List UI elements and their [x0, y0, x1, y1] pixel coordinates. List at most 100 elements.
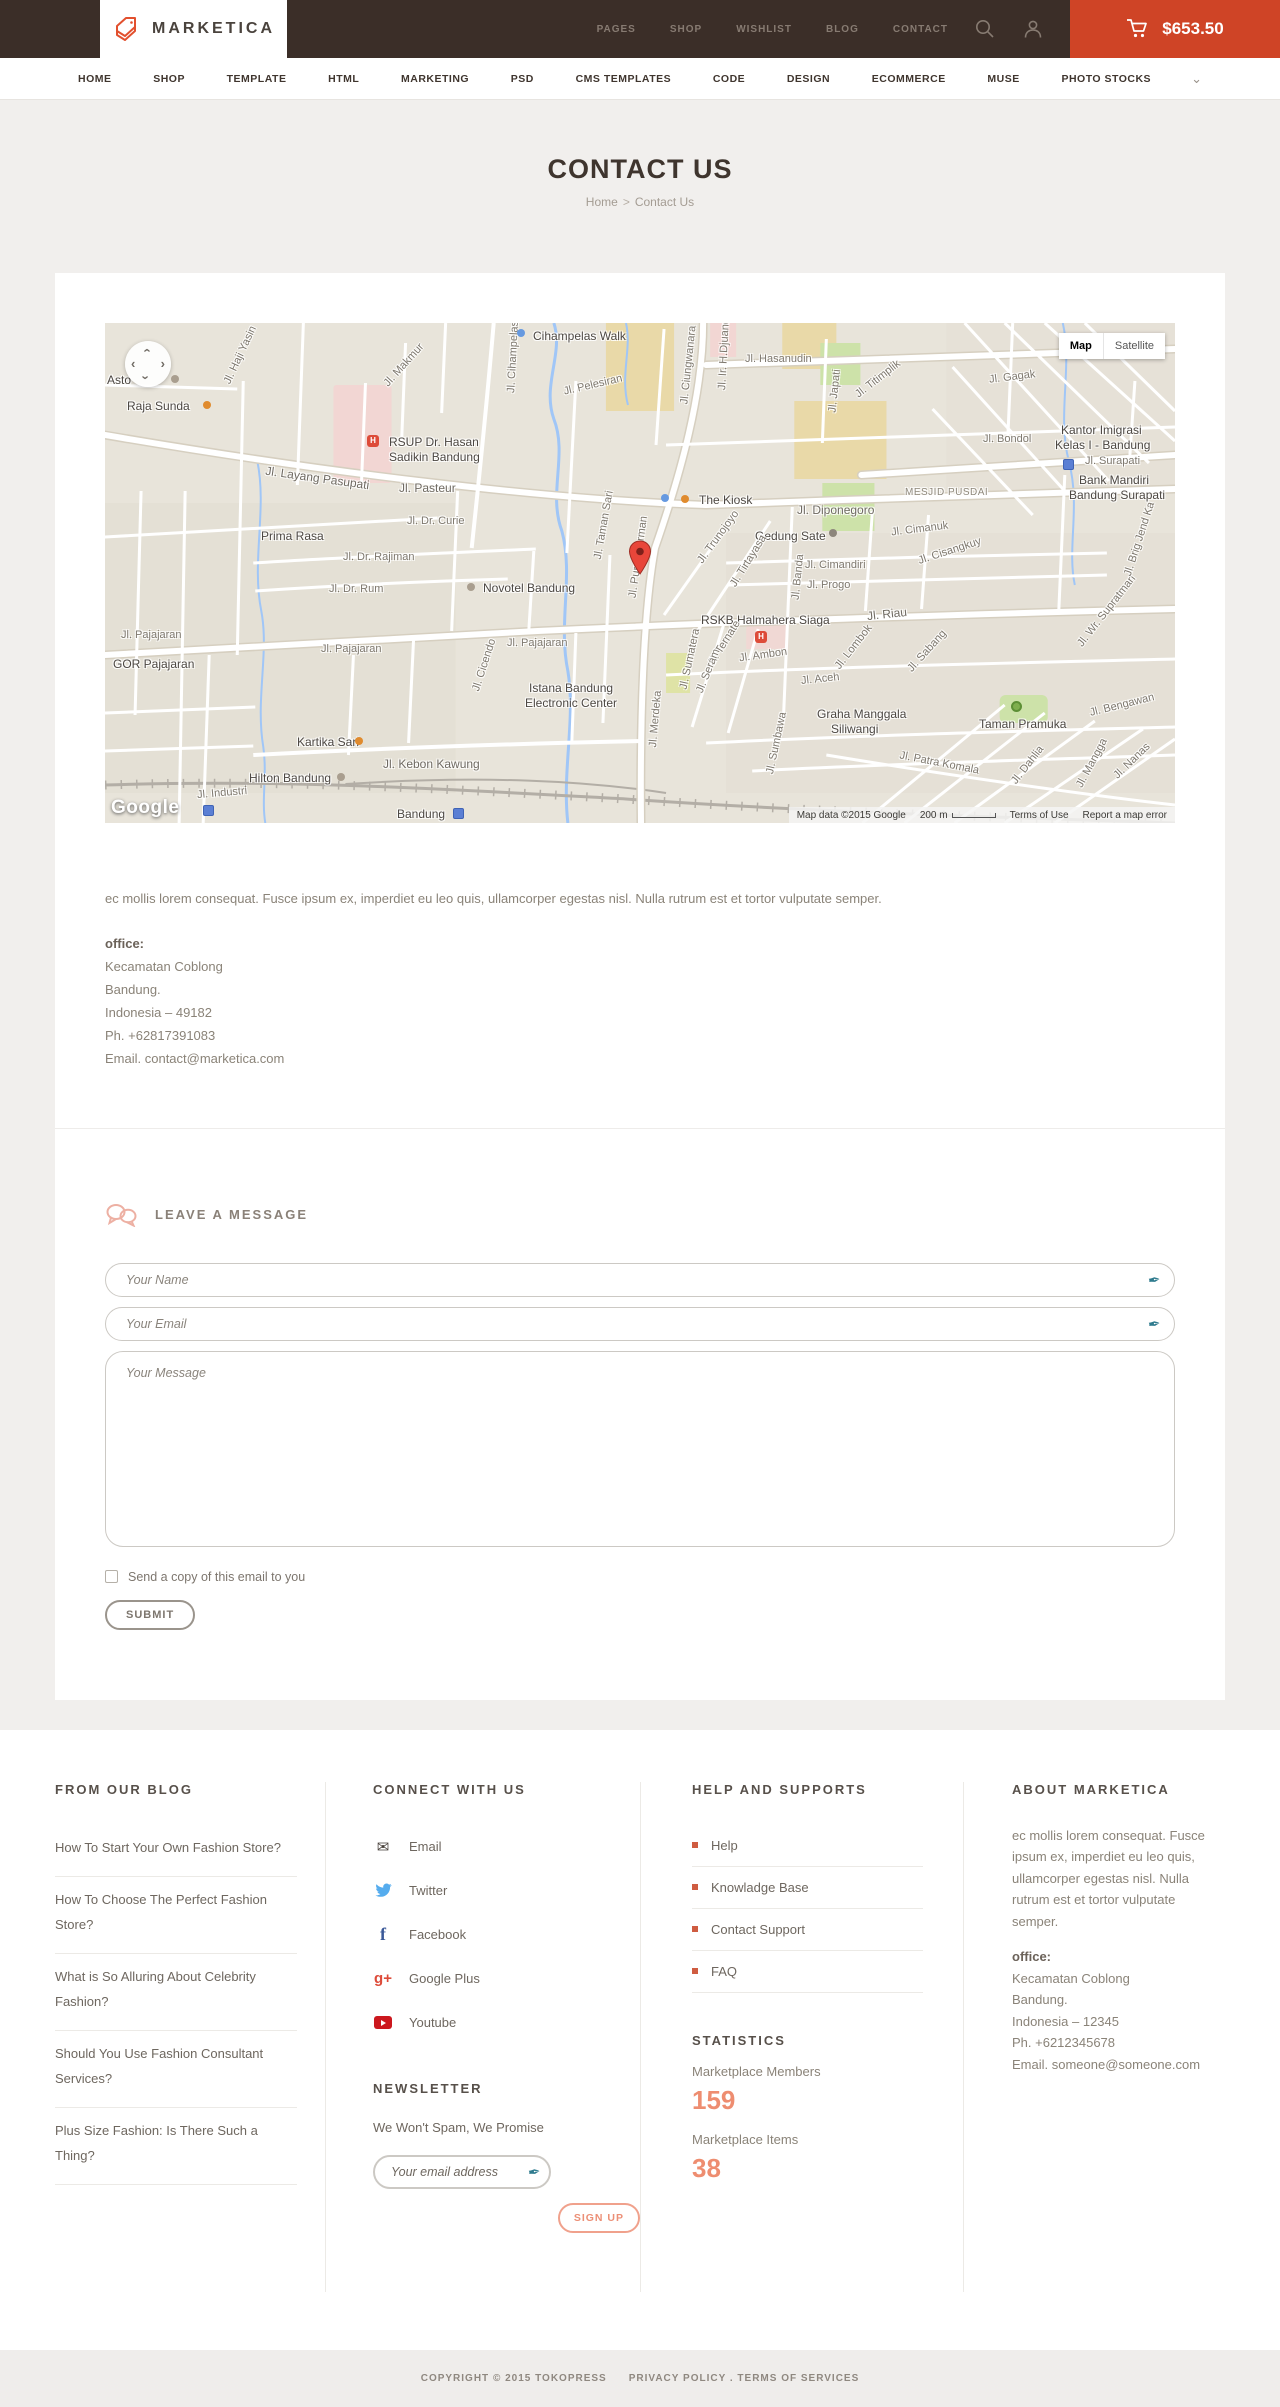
category-nav-item[interactable]: HTML — [328, 73, 359, 85]
pan-left-icon[interactable]: ‹ — [131, 357, 135, 370]
social-email[interactable]: ✉ Email — [373, 1825, 640, 1869]
map-label: Jl. Pajajaran — [507, 637, 568, 649]
terms-link[interactable]: Terms of Use — [1010, 810, 1069, 821]
newsletter-email-input[interactable] — [373, 2154, 551, 2189]
google-logo[interactable]: Google — [111, 797, 179, 819]
stat-items-label: Marketplace Items — [692, 2131, 799, 2147]
office-label: office: — [105, 935, 144, 951]
map-view-button[interactable]: Map — [1058, 333, 1103, 359]
category-nav-item[interactable]: CMS TEMPLATES — [576, 73, 672, 85]
search-icon[interactable] — [974, 0, 996, 58]
map-label: Istana Bandung — [529, 681, 614, 695]
send-copy-checkbox[interactable] — [105, 1570, 118, 1584]
top-nav-item[interactable]: BLOG — [826, 24, 859, 35]
help-link[interactable]: Knowladge Base — [692, 1867, 923, 1909]
chevron-down-icon[interactable]: ⌄ — [1191, 72, 1202, 85]
submit-button[interactable]: SUBMIT — [105, 1599, 196, 1630]
map-marker[interactable] — [628, 540, 652, 581]
logo[interactable]: MARKETICA — [100, 0, 287, 58]
newsletter-tagline: We Won't Spam, We Promise — [373, 2119, 544, 2135]
google-map[interactable]: Asto Raja Sunda Jl. Haji Yasin Jl. Makmur Jl… — [105, 323, 1175, 823]
chat-bubbles-icon — [106, 1203, 137, 1227]
category-nav-item[interactable]: MARKETING — [401, 73, 469, 85]
help-link[interactable]: Help — [692, 1825, 923, 1867]
restaurant-poi-icon — [203, 401, 211, 409]
footer-about-column: ABOUT MARKETICA ec mollis lorem consequa… — [963, 1781, 1225, 2292]
contact-intro: ec mollis lorem consequat. Fusce ipsum e… — [105, 891, 882, 906]
top-nav-item[interactable]: CONTACT — [893, 24, 948, 35]
social-facebook[interactable]: f Facebook — [373, 1913, 640, 1957]
breadcrumb-separator: > — [622, 195, 630, 209]
top-nav-item[interactable]: WISHLIST — [736, 24, 792, 35]
form-heading-text: LEAVE A MESSAGE — [155, 1207, 309, 1223]
email-input[interactable] — [105, 1306, 1175, 1341]
map-label: Bandung Surapati — [1069, 488, 1166, 502]
cart-button[interactable]: $653.50 — [1070, 0, 1280, 58]
help-link[interactable]: Contact Support — [692, 1909, 923, 1951]
lodging-poi-icon — [337, 773, 345, 781]
map-label: Jl. Kebon Kawung — [383, 757, 480, 771]
about-address-line: Email. someone@someone.com — [1012, 2056, 1201, 2072]
category-nav-item[interactable]: ECOMMERCE — [872, 73, 946, 85]
top-nav-item[interactable]: SHOP — [670, 24, 702, 35]
blog-link[interactable]: Should You Use Fashion Consultant Servic… — [55, 2031, 297, 2108]
social-googleplus[interactable]: g+ Google Plus — [373, 1957, 640, 2001]
category-nav-item[interactable]: SHOP — [153, 73, 185, 85]
top-nav-item[interactable]: PAGES — [597, 24, 636, 35]
office-address: Kecamatan Coblong Bandung. Indonesia – 491… — [105, 955, 1175, 1070]
social-youtube[interactable]: Youtube — [373, 2001, 640, 2045]
pan-up-icon[interactable]: › — [139, 348, 154, 352]
office-address-line: Bandung. — [105, 981, 161, 997]
map-label: Jl. Dr. Rajiman — [343, 551, 415, 563]
pan-down-icon[interactable]: › — [139, 375, 154, 379]
stat-members-label: Marketplace Members — [692, 2063, 821, 2079]
blog-link[interactable]: How To Choose The Perfect Fashion Store? — [55, 1877, 297, 1954]
map-label: MESJID PUSDAI — [905, 487, 989, 498]
breadcrumb-current: Contact Us — [634, 195, 695, 209]
office-block: office: Kecamatan Coblong Bandung. Indones… — [105, 932, 1175, 1070]
about-address: Kecamatan Coblong Bandung. Indonesia – 123… — [1012, 1968, 1225, 2076]
about-heading: ABOUT MARKETICA — [1012, 1781, 1170, 1797]
breadcrumb-home[interactable]: Home — [586, 195, 618, 209]
message-textarea[interactable] — [105, 1350, 1175, 1547]
category-nav-item[interactable]: MUSE — [987, 73, 1019, 85]
category-nav: HOME SHOP TEMPLATE HTML MARKETING PSD CMS TEMP… — [0, 58, 1280, 100]
site-footer: FROM OUR BLOG How To Start Your Own Fash… — [0, 1729, 1280, 2407]
map-label: Prima Rasa — [261, 529, 324, 543]
map-label: Jl. Bondol — [983, 433, 1032, 445]
name-input[interactable] — [105, 1262, 1175, 1297]
map-label: Graha Manggala — [817, 707, 907, 721]
send-copy-label[interactable]: Send a copy of this email to you — [128, 1570, 305, 1584]
category-nav-item[interactable]: TEMPLATE — [227, 73, 287, 85]
category-nav-item[interactable]: PSD — [511, 73, 534, 85]
category-nav-item[interactable]: CODE — [713, 73, 745, 85]
newsletter-block: NEWSLETTER We Won't Spam, We Promise ✒ S… — [373, 2081, 640, 2233]
category-nav-item[interactable]: HOME — [78, 73, 112, 85]
user-icon[interactable] — [1022, 0, 1044, 58]
satellite-view-button[interactable]: Satellite — [1102, 333, 1165, 359]
category-nav-items: HOME SHOP TEMPLATE HTML MARKETING PSD CMS TEMP… — [78, 73, 1151, 85]
blog-link[interactable]: What is So Alluring About Celebrity Fash… — [55, 1954, 297, 2031]
pan-right-icon[interactable]: › — [161, 357, 165, 370]
map-pan-control[interactable]: › › ‹ › — [125, 341, 171, 387]
social-twitter[interactable]: Twitter — [373, 1869, 640, 1913]
office-address-line: Indonesia – 49182 — [105, 1004, 212, 1020]
map-label: Jl. Cimandiri — [805, 559, 866, 571]
report-error-link[interactable]: Report a map error — [1083, 810, 1167, 821]
shop-poi-icon — [661, 494, 669, 502]
map-label: Jl. Pajajaran — [121, 629, 182, 641]
lodging-poi-icon — [171, 375, 179, 383]
category-nav-item[interactable]: PHOTO STOCKS — [1061, 73, 1151, 85]
blog-link[interactable]: How To Start Your Own Fashion Store? — [55, 1825, 297, 1877]
newsletter-heading: NEWSLETTER — [373, 2080, 483, 2096]
facebook-icon: f — [380, 1924, 386, 1945]
map-label: Jl. Dr. Rum — [329, 583, 384, 595]
map-label: Kartika Sari — [297, 735, 360, 749]
signup-button[interactable]: SIGN UP — [557, 2202, 640, 2233]
help-link[interactable]: FAQ — [692, 1951, 923, 1993]
blog-link[interactable]: Plus Size Fashion: Is There Such a Thing… — [55, 2108, 297, 2185]
footer-links[interactable]: PRIVACY POLICY . TERMS OF SERVICES — [629, 2373, 860, 2384]
map-label: Siliwangi — [831, 722, 879, 736]
map-label: Bank Mandiri — [1079, 473, 1150, 487]
category-nav-item[interactable]: DESIGN — [787, 73, 830, 85]
